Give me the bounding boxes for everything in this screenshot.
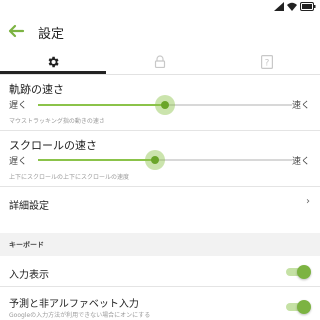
slider-thumb[interactable]	[150, 156, 159, 164]
trackball-speed-slider[interactable]	[38, 95, 292, 115]
slider-thumb[interactable]	[161, 101, 169, 109]
trackball-slow-label: 遅く	[9, 101, 28, 111]
battery-icon	[300, 2, 316, 11]
advanced-settings-row[interactable]: 詳細設定 ›	[0, 187, 320, 221]
keyboard-section-header: キーボード	[0, 233, 320, 256]
input-display-row[interactable]: 入力表示	[0, 257, 320, 285]
chevron-right-icon: ›	[306, 196, 310, 207]
help-icon: ?	[261, 54, 273, 69]
scroll-fast-label: 速く	[291, 157, 310, 167]
tab-help[interactable]: ?	[214, 49, 320, 74]
scroll-speed-label: スクロールの速さ	[9, 139, 97, 152]
lock-icon	[154, 55, 166, 68]
trackball-speed-description: マウストラッキング指の動きの速さ	[9, 118, 105, 125]
trackball-speed-label: 軌跡の速さ	[9, 83, 64, 96]
svg-text:?: ?	[265, 58, 270, 68]
page-title: 設定	[38, 27, 65, 42]
toggle-knob	[297, 265, 311, 279]
keyboard-section-title: キーボード	[9, 241, 44, 249]
scroll-speed-slider[interactable]	[38, 150, 292, 170]
status-bar	[0, 0, 320, 13]
wifi-icon	[287, 2, 297, 11]
back-arrow-icon	[8, 24, 25, 38]
tab-security[interactable]	[107, 49, 213, 74]
scroll-slow-label: 遅く	[9, 157, 28, 167]
advanced-settings-label: 詳細設定	[9, 201, 49, 212]
input-display-toggle[interactable]	[286, 265, 311, 279]
input-display-label: 入力表示	[9, 270, 49, 281]
slider-fill	[38, 159, 155, 161]
status-icons	[274, 1, 316, 12]
signal-icon	[274, 2, 284, 11]
slider-fill	[38, 104, 165, 106]
trackball-fast-label: 速く	[291, 101, 310, 111]
scroll-speed-description: 上下にスクロールの上下にスクロールの速度	[9, 174, 130, 181]
predictive-input-description: Googleの入力方法が利用できない場合にオンにする	[9, 312, 151, 319]
predictive-input-toggle[interactable]	[286, 300, 311, 314]
scroll-speed-setting: スクロールの速さ 遅く 速く 上下にスクロールの上下にスクロールの速度	[0, 131, 320, 186]
back-button[interactable]	[6, 21, 26, 41]
predictive-input-row[interactable]: 予測と非アルファベット入力 Googleの入力方法が利用できない場合にオンにする	[0, 287, 320, 320]
predictive-input-label: 予測と非アルファベット入力	[9, 299, 139, 310]
app-bar: 設定	[0, 13, 320, 49]
toggle-knob	[297, 300, 311, 314]
gear-icon	[48, 56, 59, 67]
trackball-speed-setting: 軌跡の速さ 遅く 速く マウストラッキング指の動きの速さ	[0, 75, 320, 130]
